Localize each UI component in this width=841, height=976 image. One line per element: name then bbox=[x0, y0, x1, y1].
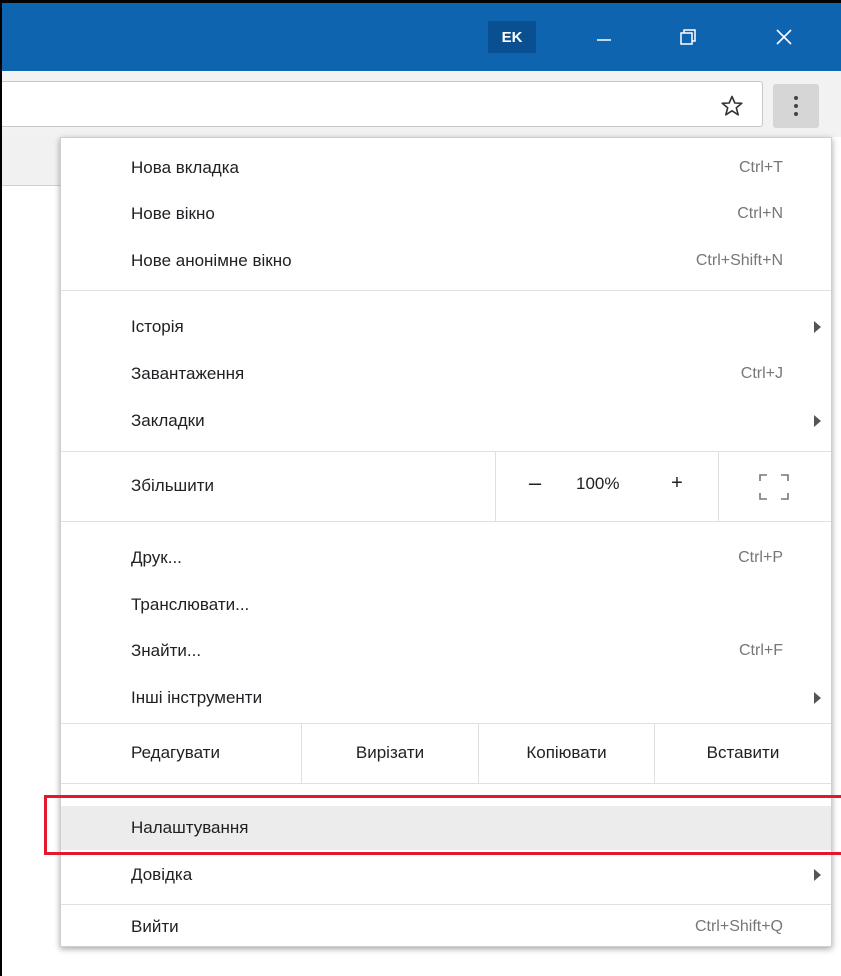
menu-item-shortcut: Ctrl+F bbox=[739, 642, 783, 659]
menu-item-find[interactable]: Знайти... Ctrl+F bbox=[61, 629, 831, 673]
menu-item-settings[interactable]: Налаштування bbox=[61, 806, 831, 850]
zoom-controls: – 100% + bbox=[495, 452, 832, 521]
submenu-arrow-icon bbox=[814, 321, 821, 333]
paste-button[interactable]: Вставити bbox=[655, 723, 831, 783]
menu-separator bbox=[61, 904, 831, 905]
restore-icon bbox=[680, 29, 696, 45]
menu-item-shortcut: Ctrl+N bbox=[737, 205, 783, 222]
submenu-arrow-icon bbox=[814, 415, 821, 427]
copy-button[interactable]: Копіювати bbox=[479, 723, 654, 783]
menu-item-more-tools[interactable]: Інші інструменти bbox=[61, 676, 831, 720]
minimize-icon bbox=[597, 39, 611, 41]
menu-separator bbox=[61, 290, 831, 291]
edit-label: Редагувати bbox=[131, 743, 220, 762]
zoom-out-button[interactable]: – bbox=[520, 470, 550, 500]
zoom-row: Збільшити – 100% + bbox=[61, 452, 831, 521]
menu-item-bookmarks[interactable]: Закладки bbox=[61, 399, 831, 443]
edit-row: Редагувати Вирізати Копіювати Вставити bbox=[61, 723, 831, 783]
menu-item-label: Завантаження bbox=[131, 364, 245, 383]
menu-item-history[interactable]: Історія bbox=[61, 305, 831, 349]
menu-item-label: Нове анонімне вікно bbox=[131, 251, 292, 270]
submenu-arrow-icon bbox=[814, 692, 821, 704]
menu-item-shortcut: Ctrl+P bbox=[738, 549, 783, 566]
zoom-label: Збільшити bbox=[131, 476, 214, 495]
fullscreen-icon bbox=[759, 474, 789, 500]
menu-separator bbox=[61, 783, 831, 784]
menu-item-label: Закладки bbox=[131, 411, 205, 430]
menu-item-label: Історія bbox=[131, 317, 184, 336]
language-indicator[interactable]: EK bbox=[488, 21, 536, 53]
restore-button[interactable] bbox=[656, 3, 720, 71]
bookmark-star-button[interactable] bbox=[712, 88, 752, 124]
menu-item-exit[interactable]: Вийти Ctrl+Shift+Q bbox=[61, 910, 831, 944]
submenu-arrow-icon bbox=[814, 869, 821, 881]
menu-item-label: Інші інструменти bbox=[131, 688, 263, 707]
chrome-menu-button[interactable] bbox=[773, 84, 819, 128]
menu-item-new-incognito-window[interactable]: Нове анонімне вікно Ctrl+Shift+N bbox=[61, 239, 831, 283]
menu-item-shortcut: Ctrl+J bbox=[740, 365, 783, 382]
zoom-level: 100% bbox=[576, 474, 620, 493]
menu-item-label: Вийти bbox=[131, 917, 179, 936]
address-bar[interactable] bbox=[2, 81, 763, 127]
page-content-strip bbox=[2, 137, 62, 186]
more-vert-icon bbox=[794, 96, 798, 116]
cut-button[interactable]: Вирізати bbox=[302, 723, 478, 783]
minimize-button[interactable] bbox=[572, 3, 636, 71]
fullscreen-button[interactable] bbox=[718, 452, 833, 521]
menu-item-help[interactable]: Довідка bbox=[61, 853, 831, 897]
menu-item-downloads[interactable]: Завантаження Ctrl+J bbox=[61, 352, 831, 396]
menu-item-shortcut: Ctrl+Shift+N bbox=[695, 252, 783, 269]
menu-item-print[interactable]: Друк... Ctrl+P bbox=[61, 536, 831, 580]
chrome-main-menu: Нова вкладка Ctrl+T Нове вікно Ctrl+N Но… bbox=[60, 137, 832, 947]
menu-item-shortcut: Ctrl+Shift+Q bbox=[694, 918, 783, 935]
menu-item-label: Довідка bbox=[131, 865, 193, 884]
menu-item-new-window[interactable]: Нове вікно Ctrl+N bbox=[61, 192, 831, 236]
menu-item-shortcut: Ctrl+T bbox=[739, 159, 783, 176]
menu-item-label: Нова вкладка bbox=[131, 158, 239, 177]
menu-item-label: Нове вікно bbox=[131, 204, 215, 223]
menu-item-label: Транслювати... bbox=[131, 595, 250, 614]
zoom-in-button[interactable]: + bbox=[662, 472, 692, 502]
menu-item-label: Налаштування bbox=[131, 818, 249, 837]
menu-separator bbox=[61, 521, 831, 522]
menu-item-label: Друк... bbox=[131, 548, 182, 567]
menu-item-cast[interactable]: Транслювати... bbox=[61, 583, 831, 627]
close-button[interactable] bbox=[752, 3, 816, 71]
close-icon bbox=[776, 29, 792, 45]
menu-item-label: Знайти... bbox=[131, 641, 202, 660]
menu-item-new-tab[interactable]: Нова вкладка Ctrl+T bbox=[61, 146, 831, 190]
star-icon bbox=[721, 95, 743, 116]
